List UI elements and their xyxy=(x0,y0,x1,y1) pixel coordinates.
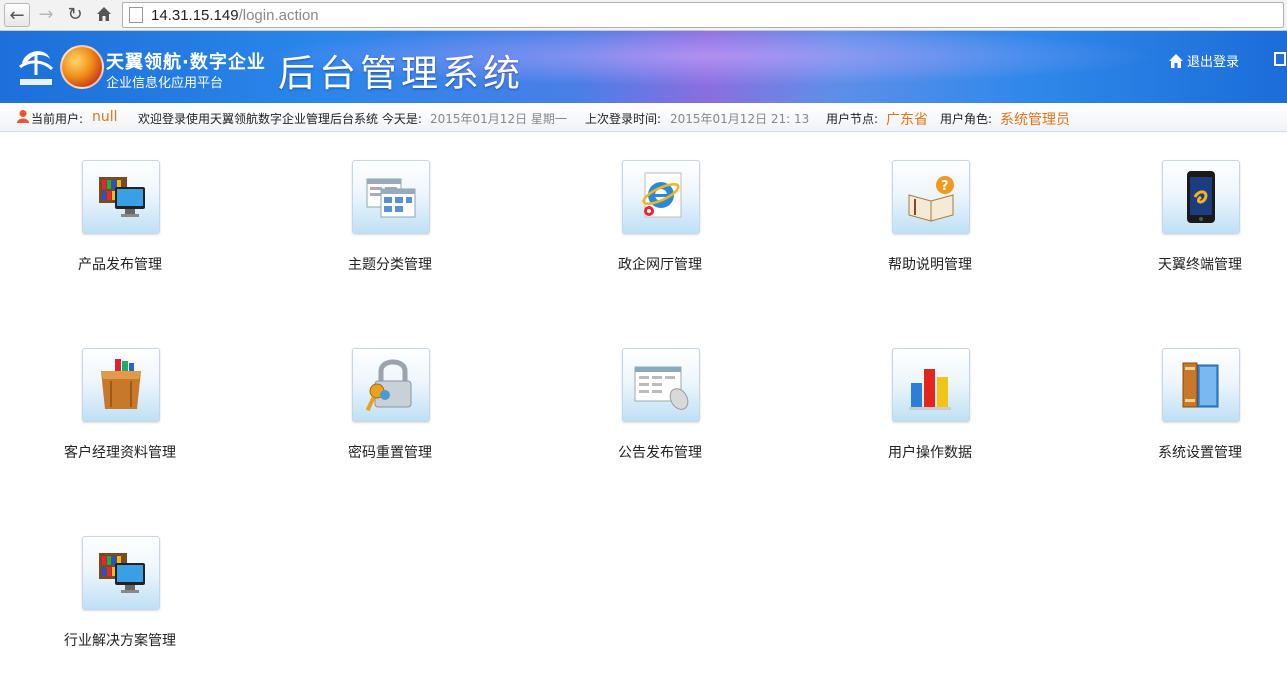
brand-title: 天翼领航·数字企业 xyxy=(106,52,266,73)
help-book-icon: ? xyxy=(892,160,970,234)
brand-logo-icon xyxy=(60,45,104,89)
china-telecom-logo-icon xyxy=(19,51,54,85)
bar-chart-icon xyxy=(892,348,970,422)
address-bar[interactable]: 14.31.15.149/login.action xyxy=(122,2,1284,28)
books-icon xyxy=(1162,348,1240,422)
logout-link[interactable]: 退出登录 xyxy=(1168,51,1239,70)
tile-account-manager[interactable]: 客户经理资料管理 xyxy=(40,348,200,488)
tile-announcement[interactable]: 公告发布管理 xyxy=(580,348,740,488)
home-icon xyxy=(1169,53,1183,68)
tile-label: 主题分类管理 xyxy=(348,257,432,273)
user-role-label: 用户角色: xyxy=(940,112,993,126)
tile-system-settings[interactable]: 系统设置管理 xyxy=(1120,348,1280,488)
back-button[interactable]: ← xyxy=(4,3,30,27)
lock-keys-icon xyxy=(352,348,430,422)
url-host: 14.31.15.149 xyxy=(151,6,239,24)
brand-subtitle: 企业信息化应用平台 xyxy=(106,76,224,91)
tile-user-operation[interactable]: 用户操作数据 xyxy=(850,348,1010,488)
logout-label: 退出登录 xyxy=(1187,55,1240,70)
tile-label: 用户操作数据 xyxy=(888,445,972,461)
tile-product-publish[interactable]: 产品发布管理 xyxy=(40,160,200,300)
tile-label: 天翼终端管理 xyxy=(1158,257,1242,273)
last-login-label: 上次登录时间: xyxy=(585,112,662,126)
page-icon xyxy=(129,7,143,23)
tile-label: 帮助说明管理 xyxy=(888,257,972,273)
home-icon xyxy=(97,7,111,21)
reload-button[interactable]: ↻ xyxy=(64,3,86,25)
header-banner: 天翼领航·数字企业 企业信息化应用平台 后台管理系统 退出登录 xyxy=(0,31,1287,103)
file-box-icon xyxy=(82,348,160,422)
reload-icon: ↻ xyxy=(67,3,83,25)
welcome-text: 欢迎登录使用天翼领航数字企业管理后台系统 今天是: xyxy=(138,112,422,126)
current-user-label: 当前用户: xyxy=(31,112,84,126)
tile-tianyi-terminal[interactable]: 天翼终端管理 xyxy=(1120,160,1280,300)
system-title: 后台管理系统 xyxy=(278,52,524,95)
browser-toolbar: ← → ↻ 14.31.15.149/login.action xyxy=(0,0,1287,31)
user-node-label: 用户节点: xyxy=(826,112,879,126)
tile-label: 产品发布管理 xyxy=(78,257,162,273)
user-role-value: 系统管理员 xyxy=(1000,112,1070,128)
last-login-value: 2015年01月12日 21: 13 xyxy=(670,112,810,126)
user-info-bar: 当前用户: null 欢迎登录使用天翼领航数字企业管理后台系统 今天是: 201… xyxy=(0,103,1287,132)
tile-label: 公告发布管理 xyxy=(618,445,702,461)
phone-icon xyxy=(1162,160,1240,234)
tile-password-reset[interactable]: 密码重置管理 xyxy=(310,348,470,488)
user-node-value: 广东省 xyxy=(886,112,928,128)
tile-label: 行业解决方案管理 xyxy=(64,633,176,649)
arrow-left-icon: ← xyxy=(9,4,25,26)
announcement-icon xyxy=(622,348,700,422)
tile-label: 客户经理资料管理 xyxy=(64,445,176,461)
tile-enterprise-hall[interactable]: 政企网厅管理 xyxy=(580,160,740,300)
tile-help-doc[interactable]: ? 帮助说明管理 xyxy=(850,160,1010,300)
exit-icon[interactable] xyxy=(1274,51,1287,67)
current-user-value: null xyxy=(92,109,118,125)
home-button[interactable] xyxy=(93,3,115,25)
ie-browser-icon xyxy=(622,160,700,234)
tile-topic-category[interactable]: 主题分类管理 xyxy=(310,160,470,300)
tile-label: 系统设置管理 xyxy=(1158,445,1242,461)
windows-icon xyxy=(352,160,430,234)
arrow-right-icon: → xyxy=(38,3,54,25)
svg-text:?: ? xyxy=(941,179,949,194)
computer-books-icon xyxy=(82,536,160,610)
user-icon xyxy=(17,110,29,123)
computer-books-icon xyxy=(82,160,160,234)
tile-label: 政企网厅管理 xyxy=(618,257,702,273)
url-path: /login.action xyxy=(238,6,319,24)
tile-industry-solutions[interactable]: 行业解决方案管理 xyxy=(40,536,200,676)
tile-label: 密码重置管理 xyxy=(348,445,432,461)
today-value: 2015年01月12日 星期一 xyxy=(430,112,567,126)
forward-button[interactable]: → xyxy=(35,3,57,25)
